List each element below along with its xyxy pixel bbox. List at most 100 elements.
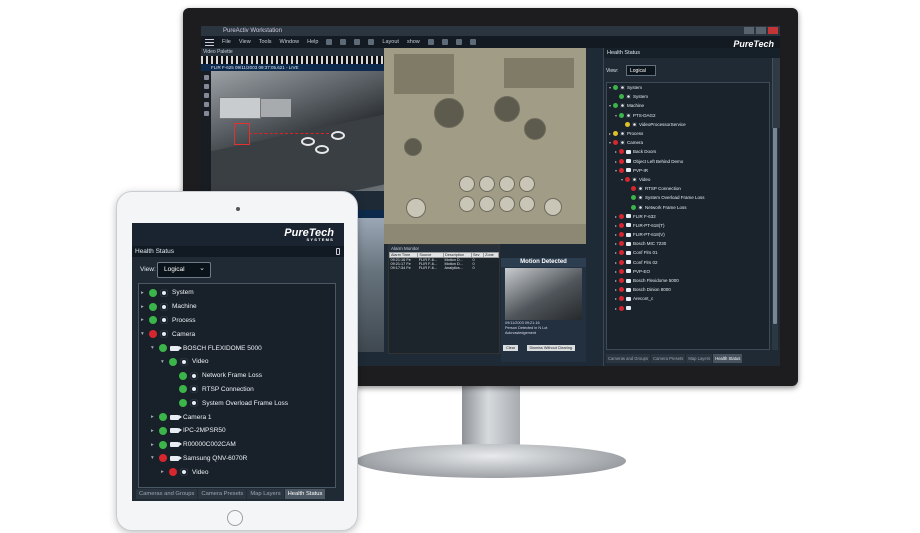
tree-row[interactable]: ▾ PVP-IR (607, 166, 769, 175)
tool-icon[interactable] (203, 93, 209, 98)
tree-row[interactable]: ▾ BOSCH FLEXIDOME 5000 (139, 341, 335, 355)
view-select[interactable]: Logical (626, 65, 656, 76)
tree-row[interactable]: ▸ Machine (139, 300, 335, 314)
tree-row[interactable]: ▸ Conf Flrs 02 (607, 258, 769, 267)
tree-row[interactable]: ▸ Object Left Behind Demo (607, 157, 769, 166)
tab-cameras-and-groups[interactable]: Cameras and Groups (136, 489, 198, 499)
toolbar-icon[interactable] (326, 39, 333, 45)
toolbar-icon[interactable] (368, 39, 375, 45)
tab-cameras-and-groups[interactable]: Cameras and Groups (606, 354, 651, 363)
expand-arrow-icon[interactable]: ▸ (141, 317, 149, 323)
menu-view[interactable]: View (239, 39, 251, 45)
tree-row[interactable]: ▸ Conf Flrs 01 (607, 248, 769, 257)
tool-icon[interactable] (203, 75, 209, 80)
tree-row[interactable]: ▸ Arecont_c (607, 294, 769, 303)
tree-row[interactable]: ▸ Bosch Dinion 8000 (607, 285, 769, 294)
tree-row[interactable]: ▾ Video (139, 355, 335, 369)
status-ok-icon (619, 94, 624, 100)
tree-row[interactable]: ▸ FLIR F-632 (607, 212, 769, 221)
view-select[interactable]: Logical ⌄ (157, 262, 211, 278)
close-button[interactable] (768, 27, 778, 34)
tool-icon[interactable] (203, 102, 209, 107)
live-thermal-video[interactable] (211, 71, 384, 191)
tree-row[interactable]: ▾ Machine (607, 101, 769, 110)
tree-row[interactable]: ▸ Camera 1 (139, 410, 335, 424)
tree-row[interactable]: VideoProcessorService (607, 120, 769, 129)
layout-select[interactable]: show (407, 39, 420, 45)
tree-row[interactable]: ▸ Process (139, 314, 335, 328)
tree-row[interactable]: ▾ PTS-DAG2 (607, 111, 769, 120)
tree-row[interactable]: ▾ Camera (607, 138, 769, 147)
menu-tools[interactable]: Tools (259, 39, 272, 45)
tab-health-status[interactable]: Health Status (284, 489, 326, 499)
table-row[interactable]: 09:17:34 Fe FLIR F-6... Analytics... 0 (390, 266, 499, 270)
toolbar-icon[interactable] (455, 39, 462, 45)
tree-row[interactable]: ▾ System (607, 83, 769, 92)
tree-row[interactable]: ▾ Samsung QNV-6070R (139, 452, 335, 466)
second-camera-view[interactable] (357, 218, 384, 352)
tree-row[interactable]: ▸ FLIR-PT-618(T) (607, 221, 769, 230)
motion-snapshot[interactable] (505, 268, 582, 320)
home-button[interactable] (227, 510, 243, 526)
tab-map-layers[interactable]: Map Layers (686, 354, 713, 363)
menu-file[interactable]: File (222, 39, 231, 45)
expand-arrow-icon[interactable]: ▸ (141, 304, 149, 310)
site-map-view[interactable] (384, 48, 586, 244)
map-tank (499, 196, 515, 212)
tree-row[interactable]: Network Frame Loss (607, 202, 769, 211)
toolbar-icon[interactable] (354, 39, 361, 45)
tree-row[interactable]: ▸ Bosch Flexidome 5000 (607, 276, 769, 285)
tab-camera-presets[interactable]: Camera Presets (198, 489, 247, 499)
tree-row[interactable]: ▸ Bosch MIC 7230 (607, 239, 769, 248)
tool-icon[interactable] (203, 111, 209, 116)
tree-row[interactable]: ▸ (607, 304, 769, 313)
tab-camera-presets[interactable]: Camera Presets (651, 354, 686, 363)
expand-arrow-icon[interactable]: ▸ (151, 442, 159, 448)
menu-help[interactable]: Help (307, 39, 318, 45)
video-object (315, 145, 329, 154)
tab-health-status[interactable]: Health Status (713, 354, 743, 363)
toolbar-icon[interactable] (427, 39, 434, 45)
collapse-arrow-icon[interactable]: ▾ (141, 331, 149, 337)
video-timeline-strip[interactable] (201, 56, 384, 64)
tree-row[interactable]: RTSP Connection (607, 184, 769, 193)
tree-row[interactable]: System Overload Frame Loss (139, 396, 335, 410)
collapse-arrow-icon[interactable]: ▾ (151, 455, 159, 461)
tree-row[interactable]: ▸ IPC-2MPSR50 (139, 424, 335, 438)
tree-row[interactable]: System (607, 92, 769, 101)
tree-label: System Overload Frame Loss (202, 399, 288, 407)
map-tank (524, 118, 546, 140)
toolbar-icon[interactable] (441, 39, 448, 45)
collapse-arrow-icon[interactable]: ▾ (161, 359, 169, 365)
toolbar-icon[interactable] (469, 39, 476, 45)
tool-icon[interactable] (203, 84, 209, 89)
side-dock-tab[interactable] (772, 58, 780, 128)
tree-row[interactable]: System Overload Frame Loss (607, 193, 769, 202)
menu-window[interactable]: Window (280, 39, 300, 45)
tree-row[interactable]: ▸ FLIR-PT-618(V) (607, 230, 769, 239)
tree-row[interactable]: ▸ System (139, 286, 335, 300)
tree-row[interactable]: ▸ Back Doors (607, 147, 769, 156)
dismiss-button[interactable]: Dismiss Without Clearing (526, 345, 575, 351)
tree-row[interactable]: ▸ PVP-EO (607, 267, 769, 276)
collapse-arrow-icon[interactable]: ▾ (151, 345, 159, 351)
expand-arrow-icon[interactable]: ▸ (151, 414, 159, 420)
expand-arrow-icon[interactable]: ▸ (141, 290, 149, 296)
tree-row[interactable]: ▾ Video (607, 175, 769, 184)
clear-button[interactable]: Clear (503, 345, 519, 351)
tree-row[interactable]: ▸ Process (607, 129, 769, 138)
tree-row[interactable]: ▸ Video (139, 465, 335, 479)
tree-row[interactable]: RTSP Connection (139, 383, 335, 397)
hamburger-menu-icon[interactable] (205, 38, 214, 46)
minimize-button[interactable] (744, 27, 754, 34)
pin-icon[interactable] (336, 248, 340, 255)
expand-arrow-icon[interactable]: ▸ (161, 469, 169, 475)
tab-map-layers[interactable]: Map Layers (247, 489, 284, 499)
tree-row[interactable]: ▸ R00000C002CAM (139, 438, 335, 452)
expand-arrow-icon[interactable]: ▸ (151, 428, 159, 434)
tree-row[interactable]: Network Frame Loss (139, 369, 335, 383)
tree-row[interactable]: ▾ Camera (139, 327, 335, 341)
map-tank (479, 196, 495, 212)
toolbar-icon[interactable] (340, 39, 347, 45)
maximize-button[interactable] (756, 27, 766, 34)
